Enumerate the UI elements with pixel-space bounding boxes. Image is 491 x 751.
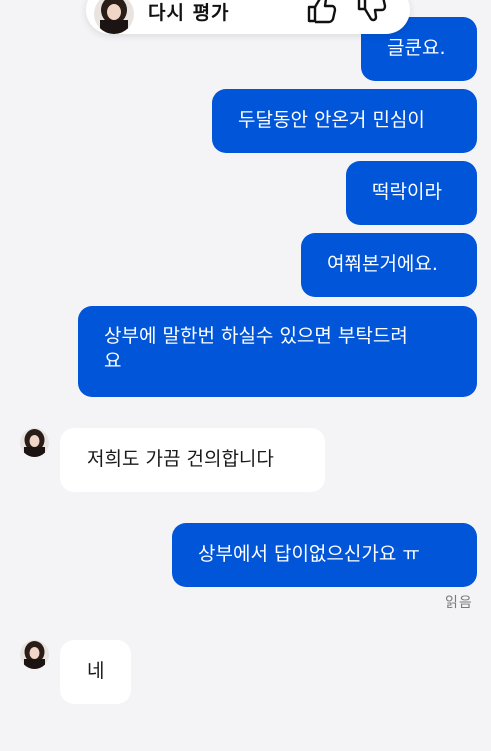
incoming-message: 네 bbox=[60, 640, 131, 704]
chat-thread: 다시 평가 글쿤요. 두달동안 안온거 민심이 떡락이라 여쭤본거에요. 상부에… bbox=[0, 0, 491, 751]
outgoing-message: 상부에 말한번 하실수 있으면 부탁드려 요 bbox=[78, 306, 477, 397]
agent-avatar bbox=[20, 640, 49, 669]
rating-label: 다시 평가 bbox=[148, 2, 230, 24]
read-status: 읽음 bbox=[445, 595, 473, 611]
outgoing-message: 상부에서 답이없으신가요 ㅠ bbox=[172, 523, 477, 587]
outgoing-message: 두달동안 안온거 민심이 bbox=[212, 89, 477, 153]
outgoing-message: 여쭤본거에요. bbox=[301, 233, 477, 297]
agent-avatar bbox=[20, 428, 49, 457]
thumbs-up-icon[interactable] bbox=[304, 0, 338, 26]
thumbs-down-icon[interactable] bbox=[354, 0, 388, 26]
agent-avatar bbox=[94, 0, 134, 34]
rating-bar: 다시 평가 bbox=[86, 0, 410, 34]
incoming-message: 저희도 가끔 건의합니다 bbox=[60, 428, 325, 492]
outgoing-message: 떡락이라 bbox=[346, 161, 477, 225]
